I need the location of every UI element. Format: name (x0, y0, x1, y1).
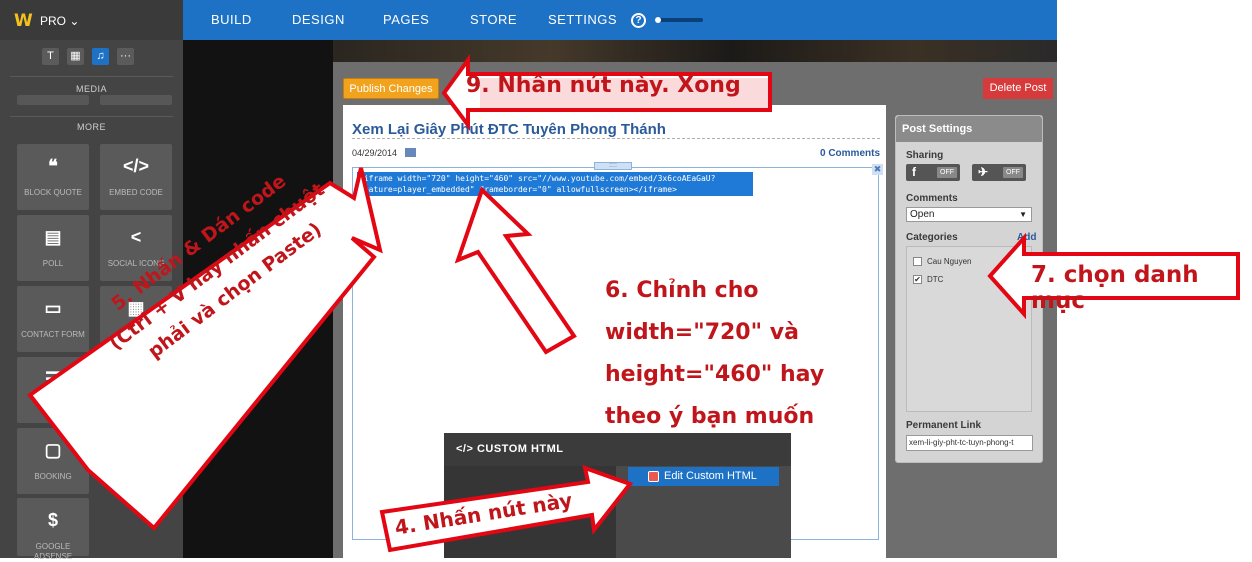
annotation-7-text: 7. chọn danh mục (1031, 262, 1199, 314)
annotation-6-text: 6. Chỉnh cho width="720" và height="460"… (605, 278, 825, 429)
annotation-9-text: 9. Nhấn nút này. Xong (466, 73, 741, 98)
annotation-arrow-6 (454, 186, 577, 355)
